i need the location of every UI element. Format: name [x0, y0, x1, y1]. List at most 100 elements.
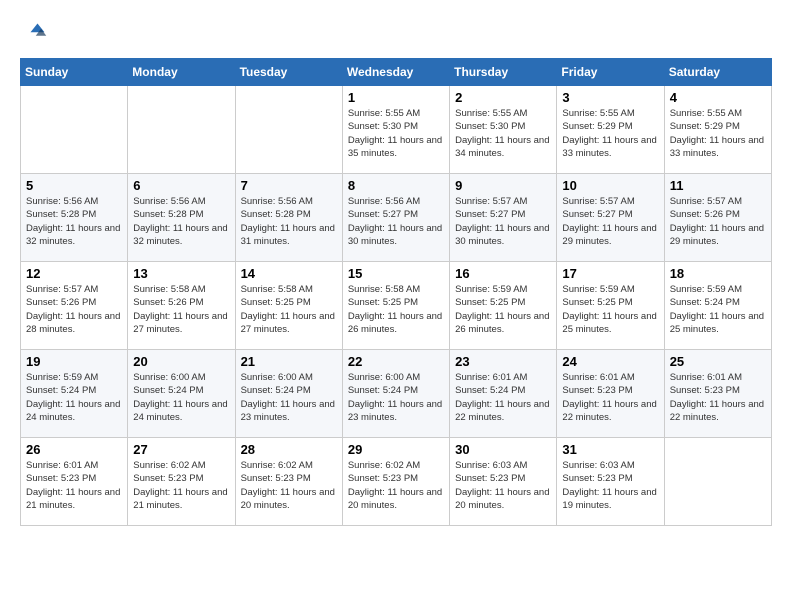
calendar-cell: 17 Sunrise: 5:59 AM Sunset: 5:25 PM Dayli…	[557, 262, 664, 350]
day-number: 14	[241, 266, 337, 281]
cell-info: Sunrise: 5:57 AM Sunset: 5:27 PM Dayligh…	[455, 195, 551, 248]
day-number: 9	[455, 178, 551, 193]
day-number: 25	[670, 354, 766, 369]
calendar-cell: 26 Sunrise: 6:01 AM Sunset: 5:23 PM Dayli…	[21, 438, 128, 526]
day-number: 13	[133, 266, 229, 281]
calendar-week-row: 19 Sunrise: 5:59 AM Sunset: 5:24 PM Dayli…	[21, 350, 772, 438]
day-number: 1	[348, 90, 444, 105]
day-number: 12	[26, 266, 122, 281]
calendar-cell: 23 Sunrise: 6:01 AM Sunset: 5:24 PM Dayli…	[450, 350, 557, 438]
day-header-friday: Friday	[557, 59, 664, 86]
calendar-cell: 19 Sunrise: 5:59 AM Sunset: 5:24 PM Dayli…	[21, 350, 128, 438]
day-number: 5	[26, 178, 122, 193]
calendar-cell: 21 Sunrise: 6:00 AM Sunset: 5:24 PM Dayli…	[235, 350, 342, 438]
calendar-cell: 22 Sunrise: 6:00 AM Sunset: 5:24 PM Dayli…	[342, 350, 449, 438]
day-number: 8	[348, 178, 444, 193]
day-header-tuesday: Tuesday	[235, 59, 342, 86]
calendar-week-row: 12 Sunrise: 5:57 AM Sunset: 5:26 PM Dayli…	[21, 262, 772, 350]
day-number: 6	[133, 178, 229, 193]
cell-info: Sunrise: 5:55 AM Sunset: 5:29 PM Dayligh…	[670, 107, 766, 160]
cell-info: Sunrise: 6:00 AM Sunset: 5:24 PM Dayligh…	[348, 371, 444, 424]
calendar-cell: 30Sunrise: 6:03 AM Sunset: 5:23 PM Dayli…	[450, 438, 557, 526]
logo	[20, 20, 52, 48]
cell-info: Sunrise: 5:56 AM Sunset: 5:28 PM Dayligh…	[133, 195, 229, 248]
calendar-cell: 25 Sunrise: 6:01 AM Sunset: 5:23 PM Dayli…	[664, 350, 771, 438]
calendar-cell: 9 Sunrise: 5:57 AM Sunset: 5:27 PM Daylig…	[450, 174, 557, 262]
day-number: 15	[348, 266, 444, 281]
cell-info: Sunrise: 5:58 AM Sunset: 5:26 PM Dayligh…	[133, 283, 229, 336]
day-header-sunday: Sunday	[21, 59, 128, 86]
day-number: 26	[26, 442, 122, 457]
cell-info: Sunrise: 6:00 AM Sunset: 5:24 PM Dayligh…	[241, 371, 337, 424]
day-number: 21	[241, 354, 337, 369]
day-number: 28	[241, 442, 337, 457]
calendar-cell: 3 Sunrise: 5:55 AM Sunset: 5:29 PM Daylig…	[557, 86, 664, 174]
day-number: 4	[670, 90, 766, 105]
calendar-cell: 6 Sunrise: 5:56 AM Sunset: 5:28 PM Daylig…	[128, 174, 235, 262]
day-number: 7	[241, 178, 337, 193]
header	[20, 20, 772, 48]
calendar-table: SundayMondayTuesdayWednesdayThursdayFrid…	[20, 58, 772, 526]
calendar-cell: 1 Sunrise: 5:55 AM Sunset: 5:30 PM Daylig…	[342, 86, 449, 174]
cell-info: Sunrise: 5:56 AM Sunset: 5:28 PM Dayligh…	[26, 195, 122, 248]
calendar-cell	[664, 438, 771, 526]
logo-icon	[20, 20, 48, 48]
day-number: 22	[348, 354, 444, 369]
day-number: 23	[455, 354, 551, 369]
day-header-wednesday: Wednesday	[342, 59, 449, 86]
cell-info: Sunrise: 6:00 AM Sunset: 5:24 PM Dayligh…	[133, 371, 229, 424]
calendar-week-row: 26 Sunrise: 6:01 AM Sunset: 5:23 PM Dayli…	[21, 438, 772, 526]
calendar-cell: 2 Sunrise: 5:55 AM Sunset: 5:30 PM Daylig…	[450, 86, 557, 174]
calendar-cell: 13 Sunrise: 5:58 AM Sunset: 5:26 PM Dayli…	[128, 262, 235, 350]
day-number: 16	[455, 266, 551, 281]
cell-info: Sunrise: 5:59 AM Sunset: 5:25 PM Dayligh…	[562, 283, 658, 336]
cell-info: Sunrise: 6:01 AM Sunset: 5:23 PM Dayligh…	[26, 459, 122, 512]
calendar-week-row: 1 Sunrise: 5:55 AM Sunset: 5:30 PM Daylig…	[21, 86, 772, 174]
calendar-header-row: SundayMondayTuesdayWednesdayThursdayFrid…	[21, 59, 772, 86]
calendar-cell: 18 Sunrise: 5:59 AM Sunset: 5:24 PM Dayli…	[664, 262, 771, 350]
day-number: 19	[26, 354, 122, 369]
day-number: 20	[133, 354, 229, 369]
day-number: 11	[670, 178, 766, 193]
cell-info: Sunrise: 5:55 AM Sunset: 5:29 PM Dayligh…	[562, 107, 658, 160]
day-number: 31	[562, 442, 658, 457]
calendar-cell: 16Sunrise: 5:59 AM Sunset: 5:25 PM Dayli…	[450, 262, 557, 350]
calendar-cell: 5 Sunrise: 5:56 AM Sunset: 5:28 PM Daylig…	[21, 174, 128, 262]
calendar-cell: 8 Sunrise: 5:56 AM Sunset: 5:27 PM Daylig…	[342, 174, 449, 262]
day-header-monday: Monday	[128, 59, 235, 86]
cell-info: Sunrise: 6:03 AM Sunset: 5:23 PM Dayligh…	[455, 459, 551, 512]
cell-info: Sunrise: 6:01 AM Sunset: 5:23 PM Dayligh…	[670, 371, 766, 424]
cell-info: Sunrise: 5:55 AM Sunset: 5:30 PM Dayligh…	[348, 107, 444, 160]
calendar-cell: 10 Sunrise: 5:57 AM Sunset: 5:27 PM Dayli…	[557, 174, 664, 262]
day-number: 18	[670, 266, 766, 281]
cell-info: Sunrise: 5:59 AM Sunset: 5:24 PM Dayligh…	[26, 371, 122, 424]
cell-info: Sunrise: 5:55 AM Sunset: 5:30 PM Dayligh…	[455, 107, 551, 160]
cell-info: Sunrise: 5:57 AM Sunset: 5:26 PM Dayligh…	[670, 195, 766, 248]
calendar-cell: 28 Sunrise: 6:02 AM Sunset: 5:23 PM Dayli…	[235, 438, 342, 526]
cell-info: Sunrise: 6:01 AM Sunset: 5:24 PM Dayligh…	[455, 371, 551, 424]
calendar-cell: 24Sunrise: 6:01 AM Sunset: 5:23 PM Dayli…	[557, 350, 664, 438]
day-number: 10	[562, 178, 658, 193]
calendar-cell	[235, 86, 342, 174]
day-number: 17	[562, 266, 658, 281]
day-header-saturday: Saturday	[664, 59, 771, 86]
cell-info: Sunrise: 5:57 AM Sunset: 5:27 PM Dayligh…	[562, 195, 658, 248]
cell-info: Sunrise: 5:59 AM Sunset: 5:24 PM Dayligh…	[670, 283, 766, 336]
calendar-cell	[21, 86, 128, 174]
day-number: 2	[455, 90, 551, 105]
calendar-cell: 20 Sunrise: 6:00 AM Sunset: 5:24 PM Dayli…	[128, 350, 235, 438]
calendar-cell: 27Sunrise: 6:02 AM Sunset: 5:23 PM Dayli…	[128, 438, 235, 526]
calendar-cell: 14Sunrise: 5:58 AM Sunset: 5:25 PM Dayli…	[235, 262, 342, 350]
calendar-cell: 31 Sunrise: 6:03 AM Sunset: 5:23 PM Dayli…	[557, 438, 664, 526]
calendar-cell: 7Sunrise: 5:56 AM Sunset: 5:28 PM Daylig…	[235, 174, 342, 262]
day-number: 27	[133, 442, 229, 457]
calendar-cell: 12 Sunrise: 5:57 AM Sunset: 5:26 PM Dayli…	[21, 262, 128, 350]
cell-info: Sunrise: 6:03 AM Sunset: 5:23 PM Dayligh…	[562, 459, 658, 512]
cell-info: Sunrise: 5:56 AM Sunset: 5:27 PM Dayligh…	[348, 195, 444, 248]
day-number: 3	[562, 90, 658, 105]
cell-info: Sunrise: 6:02 AM Sunset: 5:23 PM Dayligh…	[241, 459, 337, 512]
calendar-week-row: 5 Sunrise: 5:56 AM Sunset: 5:28 PM Daylig…	[21, 174, 772, 262]
calendar-cell: 29Sunrise: 6:02 AM Sunset: 5:23 PM Dayli…	[342, 438, 449, 526]
cell-info: Sunrise: 5:57 AM Sunset: 5:26 PM Dayligh…	[26, 283, 122, 336]
cell-info: Sunrise: 6:01 AM Sunset: 5:23 PM Dayligh…	[562, 371, 658, 424]
